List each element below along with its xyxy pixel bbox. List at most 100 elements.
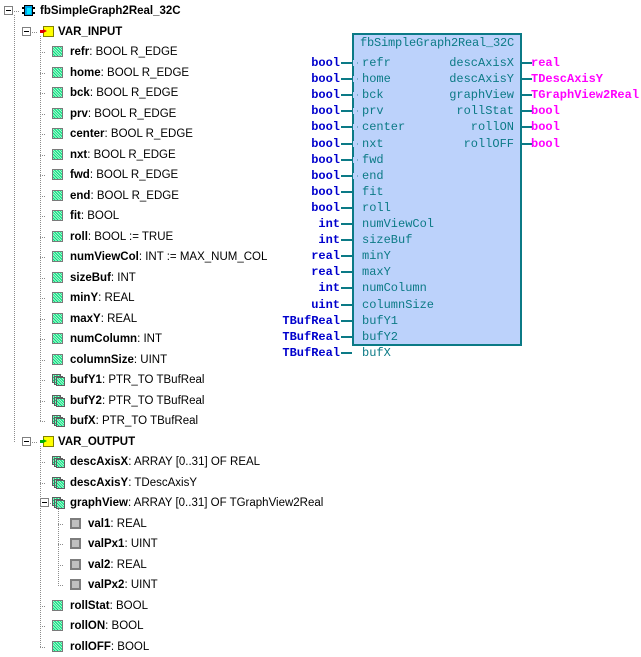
tree-connector: [40, 647, 46, 648]
input-pin-bufY1: bufY1: [362, 313, 398, 329]
variable-name: rollON: [70, 616, 105, 637]
input-stub-home: [341, 78, 352, 80]
input-type-columnSize: uint: [260, 297, 340, 313]
input-stub-fwd: [341, 159, 352, 161]
scalar-var-icon: [52, 620, 63, 631]
input-stub-numColumn: [341, 287, 352, 289]
input-stub-bufX: [341, 352, 352, 354]
input-stub-columnSize: [341, 304, 352, 306]
input-pin-columnSize: columnSize: [362, 297, 434, 313]
rising-edge-marker-refr: [353, 59, 358, 67]
input-type-prv: bool: [260, 103, 340, 119]
input-pin-sizeBuf: sizeBuf: [362, 232, 412, 248]
input-pin-numColumn: numColumn: [362, 280, 427, 296]
tree-item-rollStat[interactable]: rollStat : BOOL: [70, 596, 148, 617]
variable-type: : BOOL: [111, 637, 149, 657]
tree-item-valPx2[interactable]: valPx2 : UINT: [88, 575, 158, 596]
input-type-home: bool: [260, 71, 340, 87]
output-pin-graphView: graphView: [380, 87, 514, 103]
variable-type: : BOOL: [105, 616, 143, 637]
input-stub-roll: [341, 207, 352, 209]
tree-item-val2[interactable]: val2 : REAL: [88, 555, 147, 576]
input-type-bufY2: TBufReal: [260, 329, 340, 345]
input-stub-maxY: [341, 271, 352, 273]
output-pin-rollStat: rollStat: [380, 103, 514, 119]
struct-member-icon: [70, 538, 81, 549]
output-type-graphView: TGraphView2Real: [531, 87, 639, 103]
output-pin-descAxisY: descAxisY: [380, 71, 514, 87]
variable-name: rollOFF: [70, 637, 111, 657]
tree-item-rollON[interactable]: rollON : BOOL: [70, 616, 144, 637]
tree-connector: [58, 585, 64, 586]
output-pin-rollOFF: rollOFF: [380, 136, 514, 152]
scalar-var-icon: [52, 600, 63, 611]
input-pin-maxY: maxY: [362, 264, 391, 280]
input-stub-minY: [341, 255, 352, 257]
input-pin-roll: roll: [362, 200, 391, 216]
variable-name: valPx2: [88, 575, 124, 596]
tree-item-rollOFF[interactable]: rollOFF : BOOL: [70, 637, 149, 657]
variable-type: : UINT: [124, 575, 157, 596]
input-type-sizeBuf: int: [260, 232, 340, 248]
variable-type: : UINT: [124, 534, 157, 555]
output-type-descAxisY: TDescAxisY: [531, 71, 603, 87]
tree-guide: [58, 507, 59, 585]
input-pin-minY: minY: [362, 248, 391, 264]
rising-edge-marker-end: [353, 172, 358, 180]
input-type-minY: real: [260, 248, 340, 264]
input-stub-bufY1: [341, 320, 352, 322]
input-pin-end: end: [362, 168, 384, 184]
input-type-numColumn: int: [260, 280, 340, 296]
input-type-fwd: bool: [260, 152, 340, 168]
input-stub-bck: [341, 94, 352, 96]
input-type-refr: bool: [260, 55, 340, 71]
input-pin-bufY2: bufY2: [362, 329, 398, 345]
input-stub-refr: [341, 62, 352, 64]
input-stub-nxt: [341, 143, 352, 145]
variable-name: valPx1: [88, 534, 124, 555]
input-pin-bufX: bufX: [362, 345, 391, 361]
input-pin-fit: fit: [362, 184, 384, 200]
input-type-bufX: TBufReal: [260, 345, 340, 361]
input-stub-center: [341, 126, 352, 128]
variable-type: : REAL: [110, 555, 146, 576]
input-type-numViewCol: int: [260, 216, 340, 232]
function-block-title: fbSimpleGraph2Real_32C: [352, 36, 522, 50]
output-type-descAxisX: real: [531, 55, 560, 71]
input-stub-bufY2: [341, 336, 352, 338]
input-stub-end: [341, 175, 352, 177]
output-type-rollStat: bool: [531, 103, 560, 119]
rising-edge-marker-center: [353, 123, 358, 131]
input-stub-sizeBuf: [341, 239, 352, 241]
input-type-fit: bool: [260, 184, 340, 200]
rising-edge-marker-nxt: [353, 140, 358, 148]
input-type-bck: bool: [260, 87, 340, 103]
rising-edge-marker-bck: [353, 91, 358, 99]
input-type-center: bool: [260, 119, 340, 135]
input-stub-numViewCol: [341, 223, 352, 225]
struct-member-icon: [70, 579, 81, 590]
input-type-roll: bool: [260, 200, 340, 216]
variable-type: : BOOL: [110, 596, 148, 617]
rising-edge-marker-prv: [353, 107, 358, 115]
input-stub-fit: [341, 191, 352, 193]
variable-name: val2: [88, 555, 110, 576]
struct-member-icon: [70, 518, 81, 529]
function-block-diagram: fbSimpleGraph2Real_32Cboolrefrboolhomebo…: [0, 0, 641, 517]
tree-item-valPx1[interactable]: valPx1 : UINT: [88, 534, 158, 555]
input-type-nxt: bool: [260, 136, 340, 152]
output-type-rollON: bool: [531, 119, 560, 135]
input-pin-fwd: fwd: [362, 152, 384, 168]
input-type-bufY1: TBufReal: [260, 313, 340, 329]
input-pin-numViewCol: numViewCol: [362, 216, 434, 232]
rising-edge-marker-home: [353, 75, 358, 83]
struct-member-icon: [70, 559, 81, 570]
scalar-var-icon: [52, 641, 63, 652]
input-type-end: bool: [260, 168, 340, 184]
input-stub-prv: [341, 110, 352, 112]
input-type-maxY: real: [260, 264, 340, 280]
output-pin-rollON: rollON: [380, 119, 514, 135]
variable-name: rollStat: [70, 596, 110, 617]
rising-edge-marker-fwd: [353, 156, 358, 164]
output-type-rollOFF: bool: [531, 136, 560, 152]
